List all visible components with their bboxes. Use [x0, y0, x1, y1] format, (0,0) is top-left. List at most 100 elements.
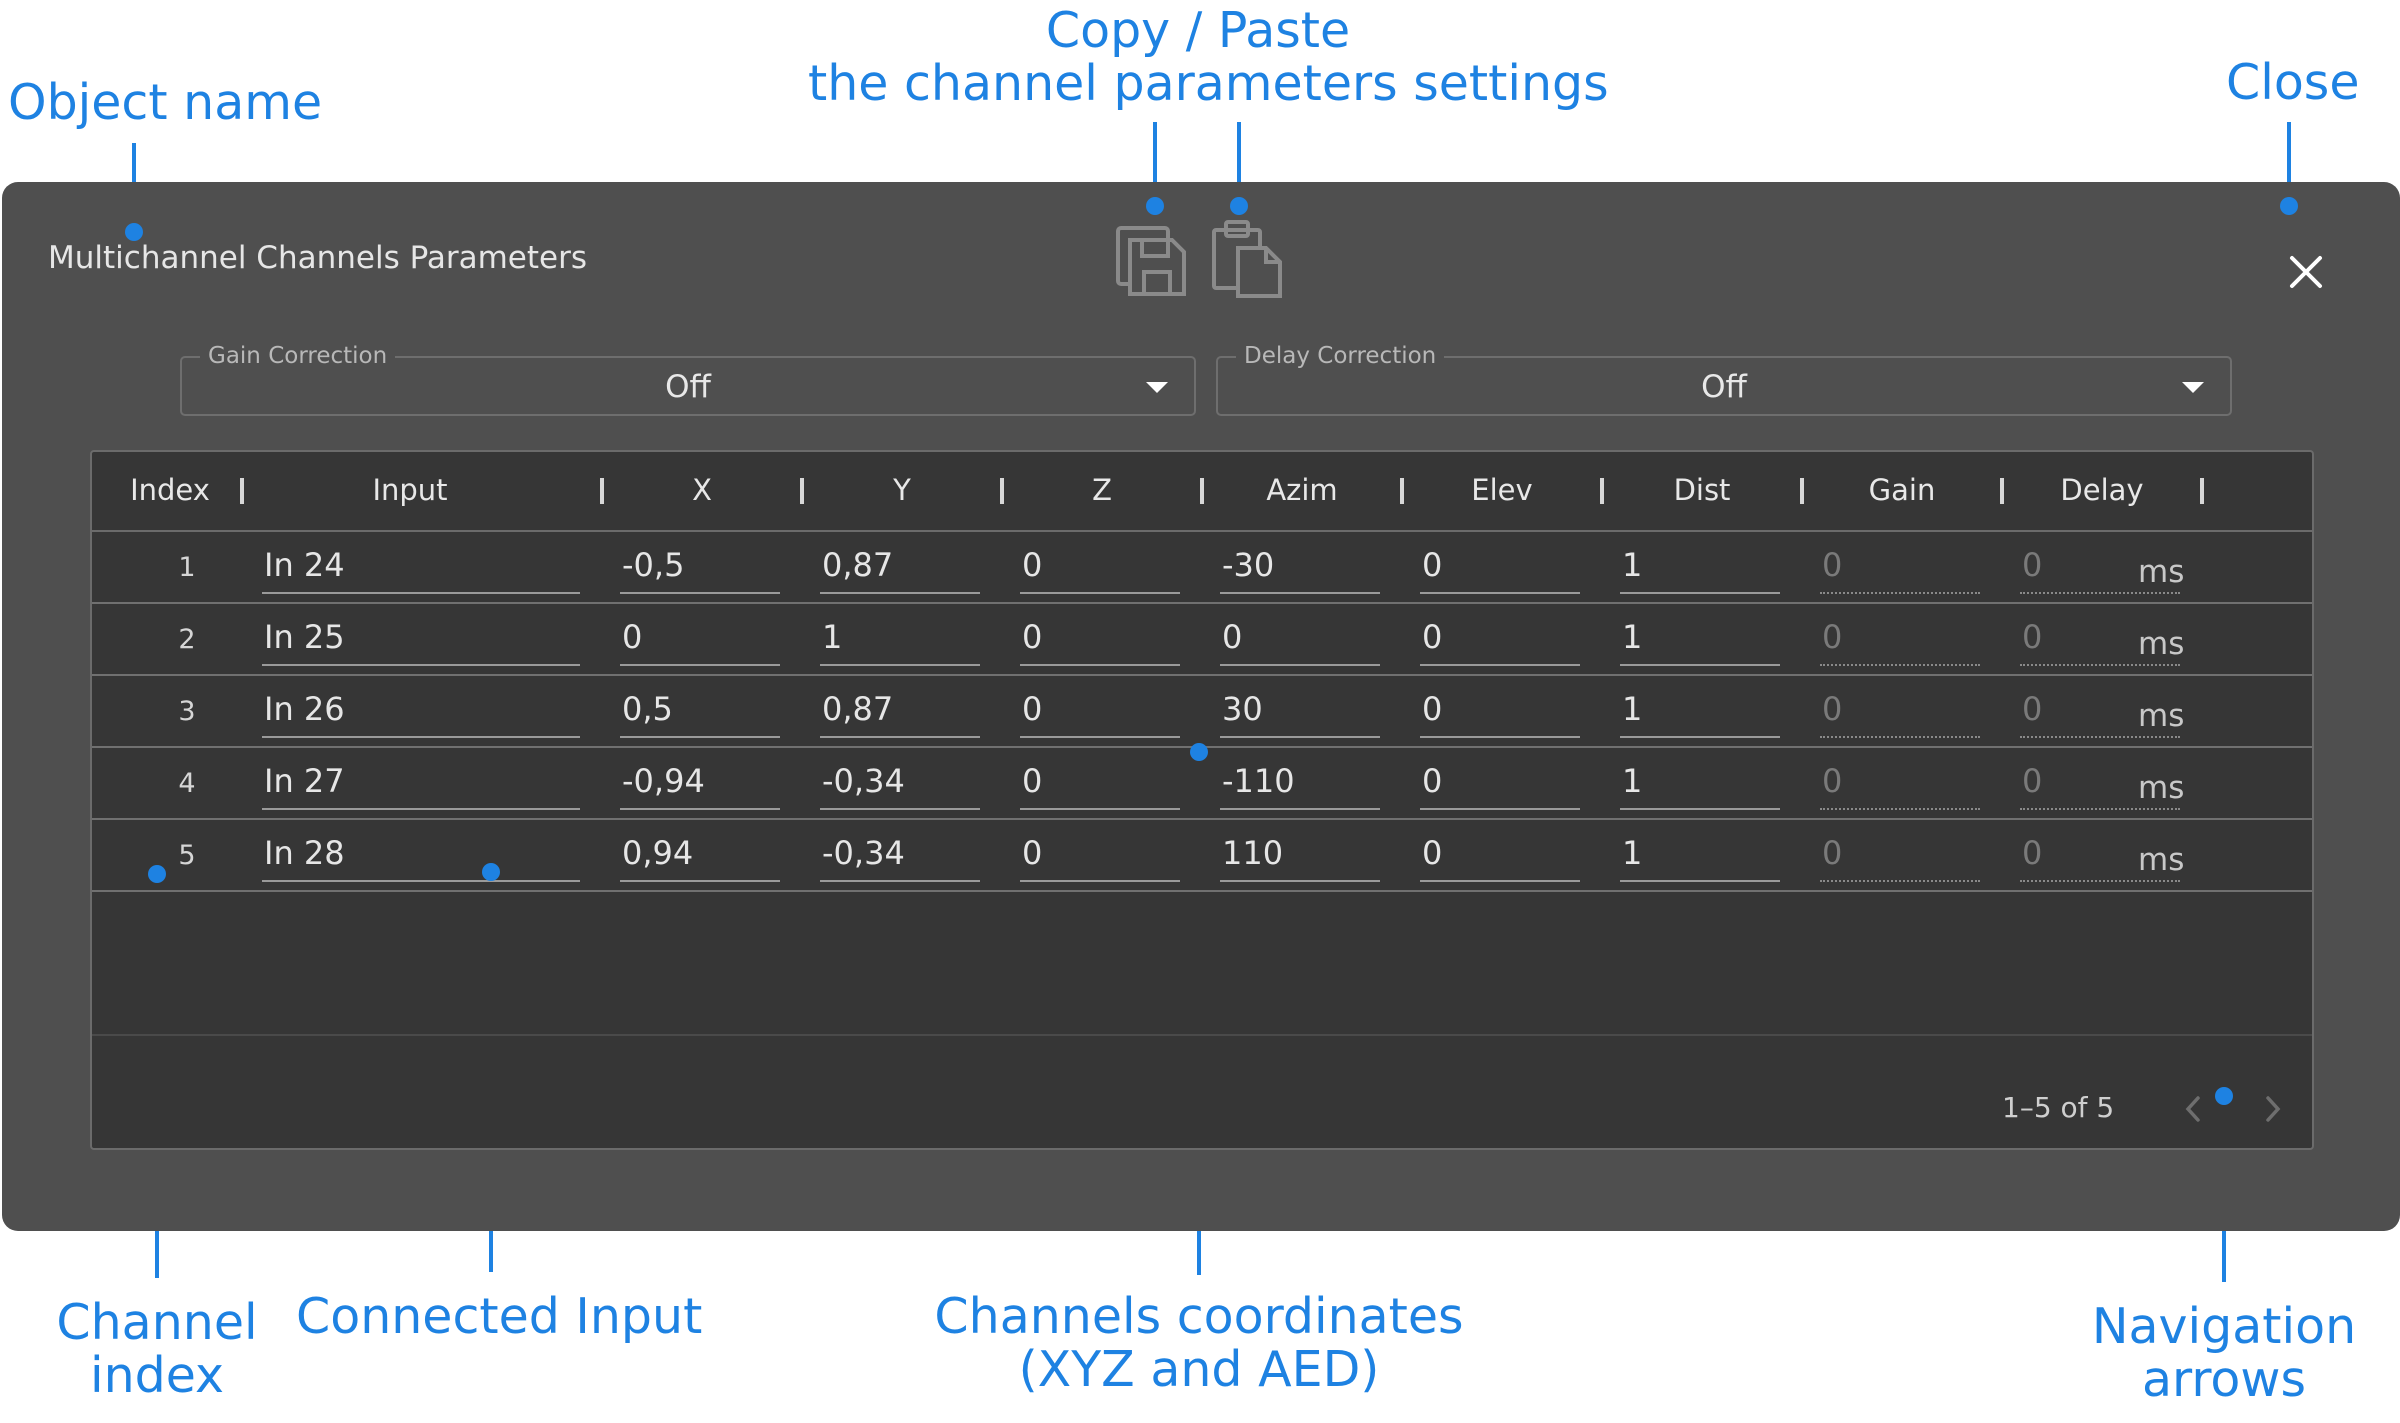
channel-index: 2 — [178, 624, 196, 655]
gain-field: 0 — [1820, 830, 1980, 882]
z-field[interactable]: 0 — [1020, 686, 1180, 738]
column-resize-handle[interactable] — [1600, 478, 1604, 504]
header-index[interactable]: Index — [116, 470, 224, 510]
z-field[interactable]: 0 — [1020, 614, 1180, 666]
header-elev[interactable]: Elev — [1412, 470, 1592, 510]
column-resize-handle[interactable] — [240, 478, 244, 504]
callout-navigation-line1: Navigation — [2091, 1298, 2357, 1355]
x-field[interactable]: -0,94 — [620, 758, 780, 810]
header-delay[interactable]: Delay — [2012, 470, 2192, 510]
azim-field[interactable]: -30 — [1220, 542, 1380, 594]
column-resize-handle[interactable] — [800, 478, 804, 504]
delay-unit: ms — [2138, 698, 2185, 734]
callout-copy-paste: Copy / Paste the channel parameters sett… — [808, 2, 1609, 112]
dist-field[interactable]: 1 — [1620, 686, 1780, 738]
y-field[interactable]: 0,87 — [820, 542, 980, 594]
input-field[interactable]: In 27 — [262, 758, 580, 810]
delay-correction-label: Delay Correction — [1236, 342, 1445, 370]
column-resize-handle[interactable] — [2200, 478, 2204, 504]
header-y[interactable]: Y — [812, 470, 992, 510]
header-x[interactable]: X — [612, 470, 792, 510]
azim-field[interactable]: 30 — [1220, 686, 1380, 738]
table-row: 2 In 25 0 1 0 0 0 1 0 0 ms — [92, 604, 2312, 676]
dist-field[interactable]: 1 — [1620, 542, 1780, 594]
column-resize-handle[interactable] — [1200, 478, 1204, 504]
header-dist[interactable]: Dist — [1612, 470, 1792, 510]
pagination-info: 1–5 of 5 — [2002, 1091, 2115, 1124]
y-field[interactable]: -0,34 — [820, 758, 980, 810]
callout-close: Close — [2226, 54, 2360, 111]
callout-coordinates-line1: Channels coordinates — [934, 1288, 1464, 1345]
header-gain[interactable]: Gain — [1812, 470, 1992, 510]
delay-correction-value: Off — [1701, 369, 1747, 405]
y-field[interactable]: -0,34 — [820, 830, 980, 882]
y-field[interactable]: 1 — [820, 614, 980, 666]
copy-icon[interactable] — [1114, 218, 1190, 298]
delay-unit: ms — [2138, 626, 2185, 662]
column-resize-handle[interactable] — [1400, 478, 1404, 504]
callout-object-name: Object name — [8, 74, 323, 131]
previous-page-button[interactable] — [2178, 1092, 2208, 1126]
paste-icon[interactable] — [1210, 218, 1286, 298]
elev-field[interactable]: 0 — [1420, 686, 1580, 738]
delay-unit: ms — [2138, 842, 2185, 878]
close-button[interactable] — [2270, 236, 2342, 308]
x-field[interactable]: 0,94 — [620, 830, 780, 882]
gain-correction-select[interactable]: Gain Correction Off — [180, 342, 1196, 416]
table-header: Index Input X Y Z Azim Elev Dist Gain De… — [92, 452, 2312, 532]
close-icon — [2290, 256, 2322, 288]
chevron-right-icon — [2266, 1096, 2281, 1122]
azim-field[interactable]: -110 — [1220, 758, 1380, 810]
x-field[interactable]: 0,5 — [620, 686, 780, 738]
channel-index: 1 — [178, 552, 196, 583]
y-field[interactable]: 0,87 — [820, 686, 980, 738]
z-field[interactable]: 0 — [1020, 542, 1180, 594]
elev-field[interactable]: 0 — [1420, 542, 1580, 594]
paste-icon-graphic — [1212, 220, 1282, 298]
channels-parameters-dialog: Multichannel Channels Parameters Gain Co… — [2, 182, 2400, 1231]
delay-unit: ms — [2138, 554, 2185, 590]
gain-field: 0 — [1820, 542, 1980, 594]
dist-field[interactable]: 1 — [1620, 614, 1780, 666]
delay-correction-select[interactable]: Delay Correction Off — [1216, 342, 2232, 416]
callout-channel-index-line2: index — [89, 1347, 225, 1404]
azim-field[interactable]: 0 — [1220, 614, 1380, 666]
channel-index: 5 — [178, 840, 196, 871]
delay-unit: ms — [2138, 770, 2185, 806]
input-field[interactable]: In 25 — [262, 614, 580, 666]
azim-field[interactable]: 110 — [1220, 830, 1380, 882]
elev-field[interactable]: 0 — [1420, 614, 1580, 666]
callout-copy-paste-line1: Copy / Paste — [1045, 2, 1351, 59]
callout-copy-paste-line2: the channel parameters settings — [808, 55, 1609, 112]
gain-correction-value: Off — [665, 369, 711, 405]
column-resize-handle[interactable] — [1000, 478, 1004, 504]
z-field[interactable]: 0 — [1020, 758, 1180, 810]
z-field[interactable]: 0 — [1020, 830, 1180, 882]
channels-table: Index Input X Y Z Azim Elev Dist Gain De… — [90, 450, 2314, 1150]
input-field[interactable]: In 24 — [262, 542, 580, 594]
header-input[interactable]: Input — [260, 470, 560, 510]
header-z[interactable]: Z — [1012, 470, 1192, 510]
table-row: 3 In 26 0,5 0,87 0 30 0 1 0 0 ms — [92, 676, 2312, 748]
column-resize-handle[interactable] — [600, 478, 604, 504]
column-resize-handle[interactable] — [2000, 478, 2004, 504]
x-field[interactable]: -0,5 — [620, 542, 780, 594]
x-field[interactable]: 0 — [620, 614, 780, 666]
elev-field[interactable]: 0 — [1420, 830, 1580, 882]
input-field[interactable]: In 26 — [262, 686, 580, 738]
callout-coordinates: Channels coordinates (XYZ and AED) — [919, 1290, 1479, 1396]
copy-icon-graphic — [1116, 226, 1186, 296]
callout-navigation-line2: arrows — [2142, 1351, 2306, 1408]
chevron-left-icon — [2185, 1096, 2200, 1122]
next-page-button[interactable] — [2258, 1092, 2288, 1126]
dist-field[interactable]: 1 — [1620, 758, 1780, 810]
header-azim[interactable]: Azim — [1212, 470, 1392, 510]
dist-field[interactable]: 1 — [1620, 830, 1780, 882]
gain-field: 0 — [1820, 758, 1980, 810]
footer-divider — [92, 1034, 2312, 1036]
gain-field: 0 — [1820, 686, 1980, 738]
input-field[interactable]: In 28 — [262, 830, 580, 882]
elev-field[interactable]: 0 — [1420, 758, 1580, 810]
table-row: 1 In 24 -0,5 0,87 0 -30 0 1 0 0 ms — [92, 532, 2312, 604]
column-resize-handle[interactable] — [1800, 478, 1804, 504]
